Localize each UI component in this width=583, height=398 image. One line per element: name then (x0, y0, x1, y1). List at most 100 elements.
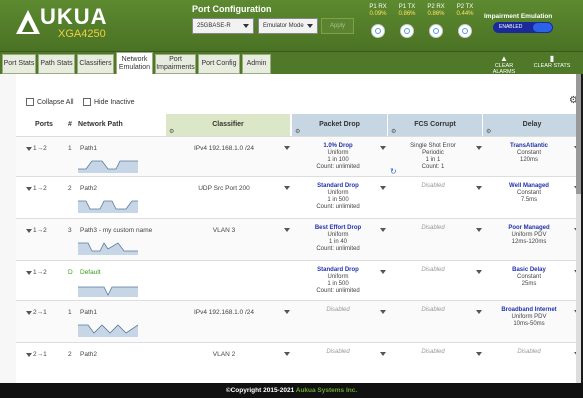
expand-row-icon[interactable] (26, 271, 32, 275)
chevron-down-icon[interactable] (380, 146, 386, 150)
chevron-down-icon[interactable] (380, 352, 386, 356)
table-row[interactable]: 1→2 D Default Standard Drop Uniform 1 in 500 C… (16, 260, 581, 300)
row-packet-drop-line: Uniform (327, 190, 349, 196)
chevron-down-icon[interactable] (476, 270, 482, 274)
tab-admin[interactable]: Admin (242, 54, 271, 74)
expand-row-icon[interactable] (26, 147, 32, 151)
row-ports: 1→2 (33, 269, 47, 276)
row-fcs-line: Disabled (421, 183, 445, 189)
path-sparkline (78, 286, 138, 297)
expand-row-icon[interactable] (26, 311, 32, 315)
col-num: # (68, 121, 72, 128)
chevron-down-icon[interactable] (476, 146, 482, 150)
row-delay-line: Uniform PDV (511, 314, 547, 320)
expand-row-icon[interactable] (26, 229, 32, 233)
tab-classifiers[interactable]: Classifiers (77, 54, 114, 74)
mode-select-value: Emulator Mode (263, 23, 304, 29)
toggle-knob (533, 23, 552, 32)
clear-alarms-button[interactable]: ▲ CLEAR ALARMS (484, 54, 524, 75)
row-delay-line: TransAtlantic (509, 143, 548, 149)
col-classifier[interactable]: Classifier ⚙ (166, 114, 290, 136)
col-packet-drop[interactable]: Packet Drop ⚙ (292, 114, 387, 136)
stat-p2-tx: P2 TX 0.44% (452, 4, 478, 18)
row-number: 2 (68, 185, 72, 192)
row-packet-drop-line: Count: unlimited (316, 204, 360, 210)
tab-network-emulation[interactable]: Network Emulation (116, 52, 153, 74)
chevron-down-icon[interactable] (284, 186, 290, 190)
port-status-indicator[interactable] (458, 24, 472, 38)
chevron-down-icon[interactable] (380, 310, 386, 314)
tab-port-stats[interactable]: Port Stats (2, 54, 36, 74)
device-model: XGA4250 (58, 28, 106, 40)
chevron-down-icon[interactable] (380, 186, 386, 190)
gear-icon[interactable]: ⚙ (295, 128, 300, 135)
row-packet-drop-line: Count: unlimited (316, 246, 360, 252)
chevron-down-icon[interactable] (284, 146, 290, 150)
speed-select[interactable]: 25GBASE-R (192, 18, 254, 34)
col-ports: Ports (35, 121, 53, 128)
cursor-icon: ↻ (390, 167, 397, 176)
col-delay[interactable]: Delay ⚙ (483, 114, 581, 136)
row-number: 2 (68, 351, 72, 358)
table-row[interactable]: 2→1 2 Path2 VLAN 2 Disabled Disabled Disabled (16, 342, 581, 378)
row-number: 1 (68, 145, 72, 152)
row-delay-line: 10ms-50ms (513, 321, 545, 327)
scrollbar-thumb[interactable] (576, 74, 581, 194)
row-fcs-line: Periodic (422, 150, 444, 156)
row-packet-drop-line: Standard Drop (317, 183, 359, 189)
apply-button[interactable]: Apply (321, 18, 354, 34)
hide-inactive-checkbox[interactable] (83, 98, 91, 106)
expand-row-icon[interactable] (26, 353, 32, 357)
row-number: 3 (68, 227, 72, 234)
nav-tabs: Port Stats Path Stats Classifiers Networ… (0, 52, 583, 75)
chevron-down-icon[interactable] (476, 228, 482, 232)
row-packet-drop-line: Best Effort Drop (314, 225, 362, 231)
stat-percent: 0.44% (456, 11, 474, 17)
row-ports: 1→2 (33, 185, 47, 192)
row-fcs-line: Count: 1 (421, 164, 445, 170)
col-fcs-corrupt[interactable]: FCS Corrupt ⚙ (388, 114, 482, 136)
stat-percent: 0.09% (369, 11, 387, 17)
tab-port-impairments[interactable]: Port Impairments (155, 54, 196, 74)
chevron-down-icon[interactable] (284, 228, 290, 232)
table-row[interactable]: 1→2 2 Path2 UDP Src Port 200 Standard Drop Un… (16, 176, 581, 218)
impairment-toggle[interactable]: ENABLED (493, 22, 553, 33)
row-classifier: IPv4 192.168.1.0 /24 (194, 309, 254, 316)
row-packet-drop-line: 1 in 500 (327, 281, 349, 287)
row-ports: 2→1 (33, 351, 47, 358)
stat-label: P2 RX (427, 4, 445, 10)
row-packet-drop-line: Count: unlimited (316, 288, 360, 294)
gear-icon[interactable]: ⚙ (486, 128, 491, 135)
expand-row-icon[interactable] (26, 187, 32, 191)
chevron-down-icon[interactable] (476, 186, 482, 190)
port-status-indicator[interactable] (400, 24, 414, 38)
col-delay-label: Delay (522, 121, 542, 128)
row-path-name: Path2 (80, 351, 97, 358)
scrollbar[interactable] (576, 74, 581, 383)
chevron-down-icon[interactable] (380, 270, 386, 274)
collapse-all-checkbox[interactable] (26, 98, 34, 106)
tab-port-config[interactable]: Port Config (198, 54, 240, 74)
chevron-down-icon[interactable] (476, 310, 482, 314)
footer: ©Copyright 2015-2021 Aukua Systems Inc. (0, 383, 583, 398)
gear-icon[interactable]: ⚙ (391, 128, 396, 135)
copyright-text: ©Copyright 2015-2021 (225, 387, 296, 394)
table-row[interactable]: 2→1 1 Path1 IPv4 192.168.1.0 /24 Disabled Dis… (16, 300, 581, 342)
chevron-down-icon[interactable] (284, 352, 290, 356)
port-status-indicator[interactable] (371, 24, 385, 38)
table-row[interactable]: 1→2 1 Path1 IPv4 192.168.1.0 /24 1.0% Drop Un… (16, 136, 581, 176)
tab-path-stats[interactable]: Path Stats (38, 54, 75, 74)
clear-stats-button[interactable]: ▮ CLEAR STATS (532, 54, 572, 72)
gear-icon[interactable]: ⚙ (169, 128, 174, 135)
row-ports: 1→2 (33, 145, 47, 152)
left-gutter (0, 74, 16, 383)
mode-select[interactable]: Emulator Mode (258, 18, 318, 34)
chevron-down-icon[interactable] (476, 352, 482, 356)
row-fcs-line: 1 in 1 (425, 157, 441, 163)
chevron-down-icon[interactable] (284, 310, 290, 314)
chevron-down-icon[interactable] (380, 228, 386, 232)
row-fcs-line: Single Shot Error (410, 143, 456, 149)
port-status-indicator[interactable] (429, 24, 443, 38)
app-window: UKUA XGA4250 Port Configuration 25GBASE-… (0, 0, 583, 398)
table-row[interactable]: 1→2 3 Path3 - my custom name VLAN 3 Best Eff… (16, 218, 581, 260)
